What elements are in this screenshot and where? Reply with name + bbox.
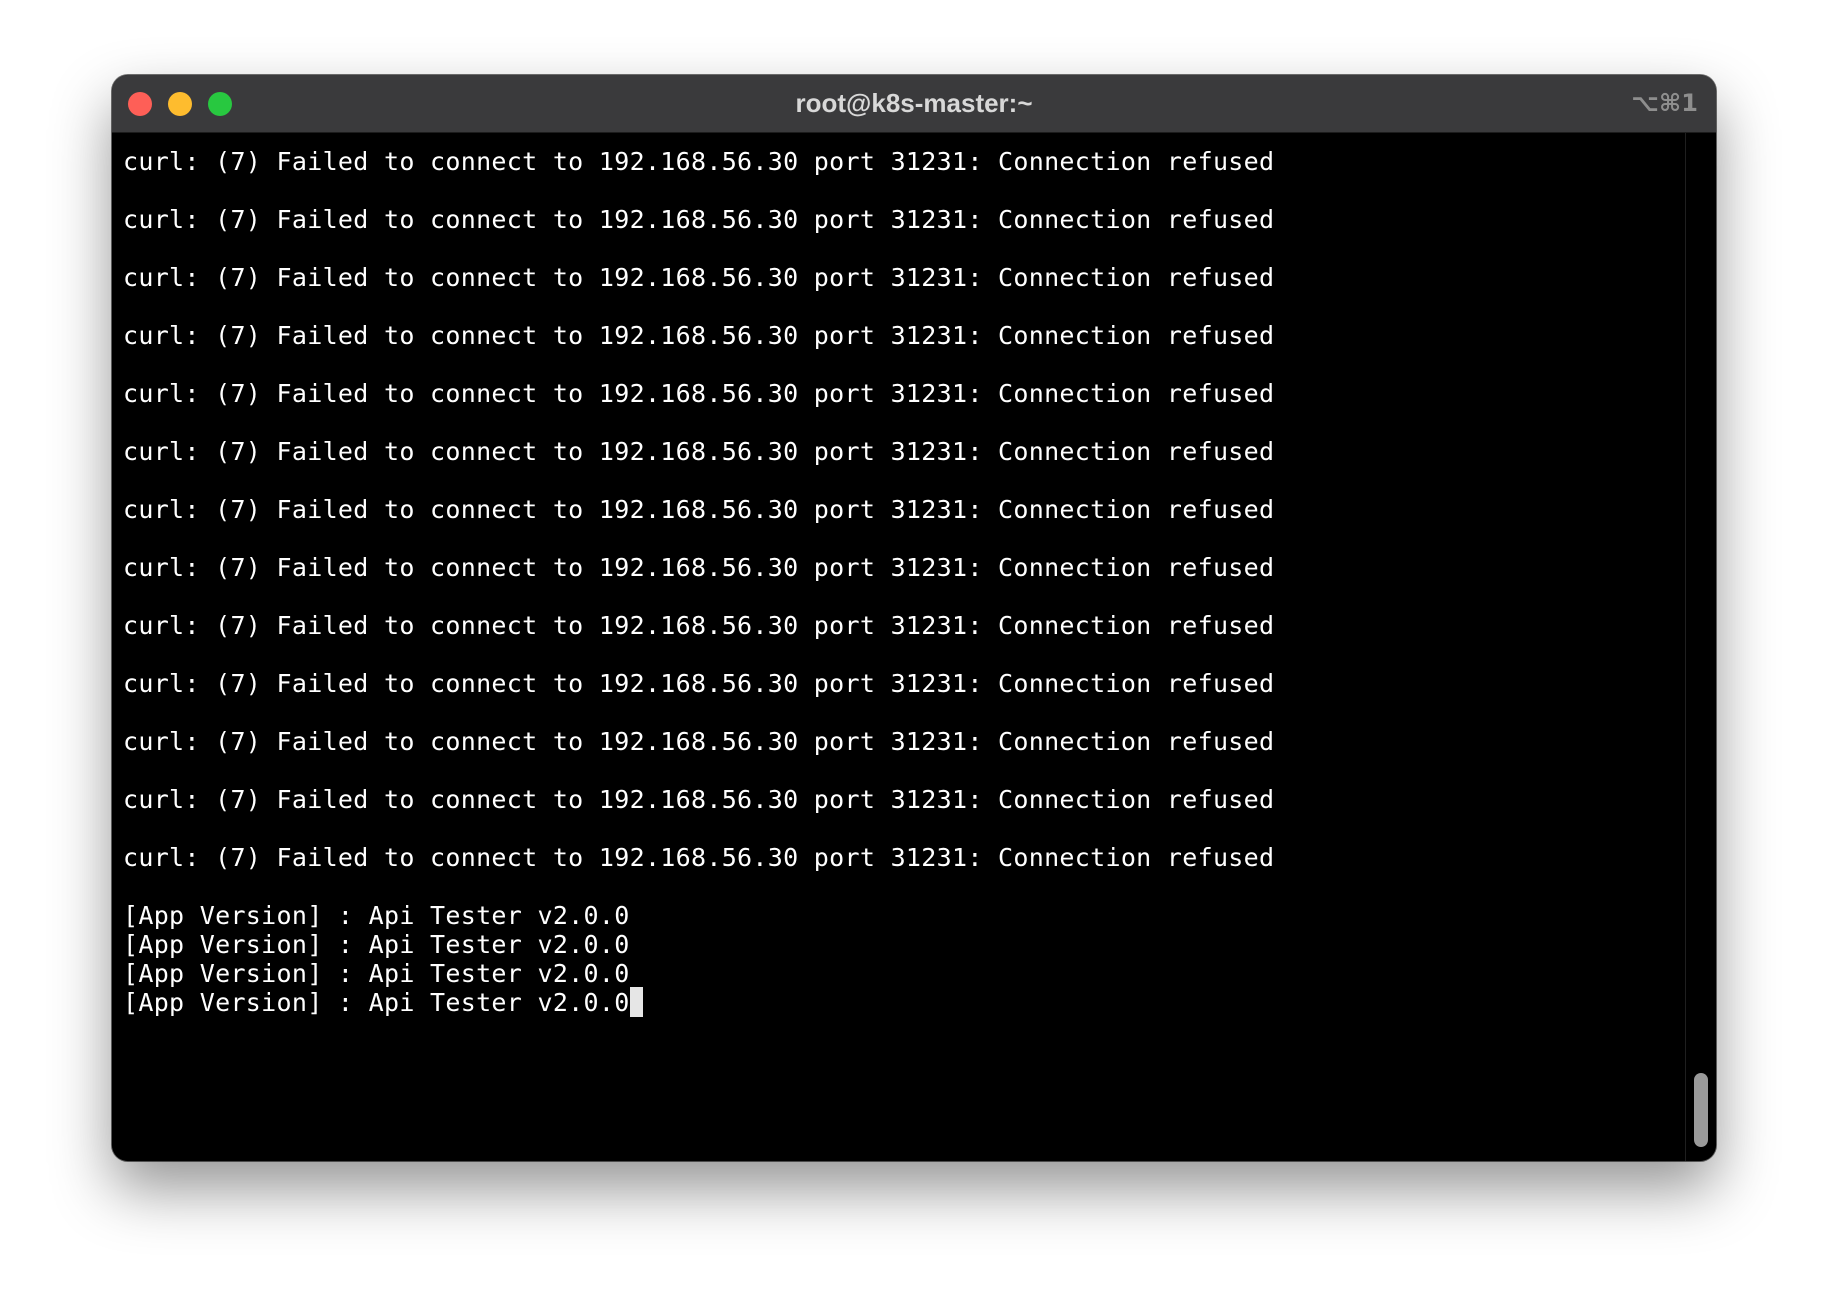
terminal-line: curl: (7) Failed to connect to 192.168.5… — [123, 727, 1275, 756]
vertical-scrollbar[interactable] — [1685, 133, 1716, 1161]
title-bar[interactable]: root@k8s-master:~ ⌥⌘1 — [112, 75, 1716, 133]
text-cursor — [629, 987, 643, 1017]
terminal-line-text: [App Version] : Api Tester v2.0.0 — [123, 988, 630, 1017]
terminal-line: curl: (7) Failed to connect to 192.168.5… — [123, 437, 1275, 466]
terminal-line: curl: (7) Failed to connect to 192.168.5… — [123, 205, 1275, 234]
window-shortcut-label: ⌥⌘1 — [1631, 89, 1698, 117]
terminal-line: curl: (7) Failed to connect to 192.168.5… — [123, 843, 1275, 872]
terminal-window: root@k8s-master:~ ⌥⌘1 curl: (7) Failed t… — [112, 75, 1716, 1161]
scrollbar-thumb[interactable] — [1694, 1073, 1708, 1147]
terminal-content[interactable]: curl: (7) Failed to connect to 192.168.5… — [112, 133, 1686, 1161]
terminal-line: curl: (7) Failed to connect to 192.168.5… — [123, 611, 1275, 640]
terminal-line: curl: (7) Failed to connect to 192.168.5… — [123, 785, 1275, 814]
terminal-line: curl: (7) Failed to connect to 192.168.5… — [123, 147, 1275, 176]
terminal-line: curl: (7) Failed to connect to 192.168.5… — [123, 263, 1275, 292]
terminal-line: curl: (7) Failed to connect to 192.168.5… — [123, 553, 1275, 582]
terminal-prompt-line[interactable]: [App Version] : Api Tester v2.0.0 — [123, 986, 643, 1020]
terminal-line: curl: (7) Failed to connect to 192.168.5… — [123, 321, 1275, 350]
terminal-line: curl: (7) Failed to connect to 192.168.5… — [123, 669, 1275, 698]
terminal-line: curl: (7) Failed to connect to 192.168.5… — [123, 495, 1275, 524]
terminal-output[interactable]: curl: (7) Failed to connect to 192.168.5… — [123, 133, 1686, 1161]
terminal-line: curl: (7) Failed to connect to 192.168.5… — [123, 379, 1275, 408]
window-title: root@k8s-master:~ — [795, 88, 1033, 118]
